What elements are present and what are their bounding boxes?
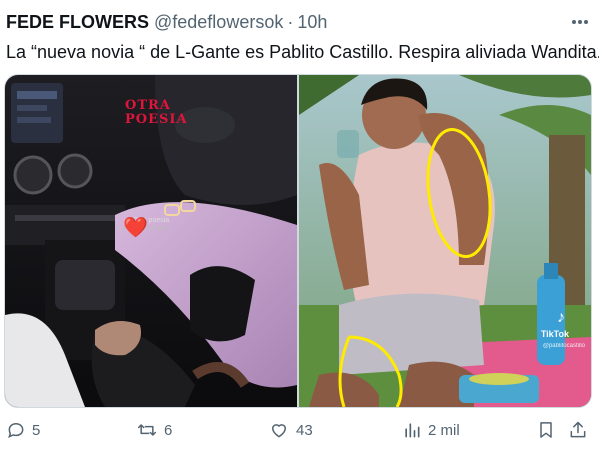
more-options-button[interactable] [569,11,591,33]
repost-icon [137,424,157,436]
bookmark-button[interactable] [536,420,556,440]
picnic-photo-image [299,75,591,407]
views-chart-icon [405,423,420,438]
share-button[interactable] [568,420,588,440]
like-button[interactable]: 43 [268,420,313,440]
story-title-overlay: OTRA POESIA [125,98,188,127]
author-handle[interactable]: @fedeflowersok [154,12,283,33]
reply-icon [8,422,24,439]
more-icon [572,20,588,24]
reply-button[interactable]: 5 [6,420,40,440]
tiktok-icon: ♪ [557,309,565,326]
share-icon [570,421,586,438]
media-grid: OTRA POESIA Otra poesia L-Gante, DT.Bila… [4,74,592,408]
tweet-header: FEDE FLOWERS @fedeflowersok · 10h [6,10,591,34]
bookmark-icon [540,422,552,438]
tiktok-watermark: TikTok [540,329,569,339]
views-button[interactable]: 2 mil [402,420,460,440]
tweet-actions: 5 6 43 2 mil [0,418,599,444]
heart-sticker: ❤️ [123,217,148,239]
tweet-timestamp[interactable]: 10h [297,12,327,33]
views-count: 2 mil [428,421,460,439]
tweet-text: La “nueva novia “ de L-Gante es Pablito … [6,42,599,62]
separator-dot: · [287,11,294,32]
author-name[interactable]: FEDE FLOWERS [6,12,149,33]
repost-count: 6 [164,421,173,439]
reply-count: 5 [32,421,41,439]
repost-button[interactable]: 6 [136,420,172,440]
media-photo-left[interactable]: OTRA POESIA Otra poesia L-Gante, DT.Bila… [5,75,297,407]
like-count: 43 [296,421,313,439]
heart-icon [272,424,286,438]
media-photo-right[interactable]: ♪ TikTok @pablitocastillo [299,75,591,407]
tiktok-handle-watermark: @pablitocastillo [542,343,585,349]
